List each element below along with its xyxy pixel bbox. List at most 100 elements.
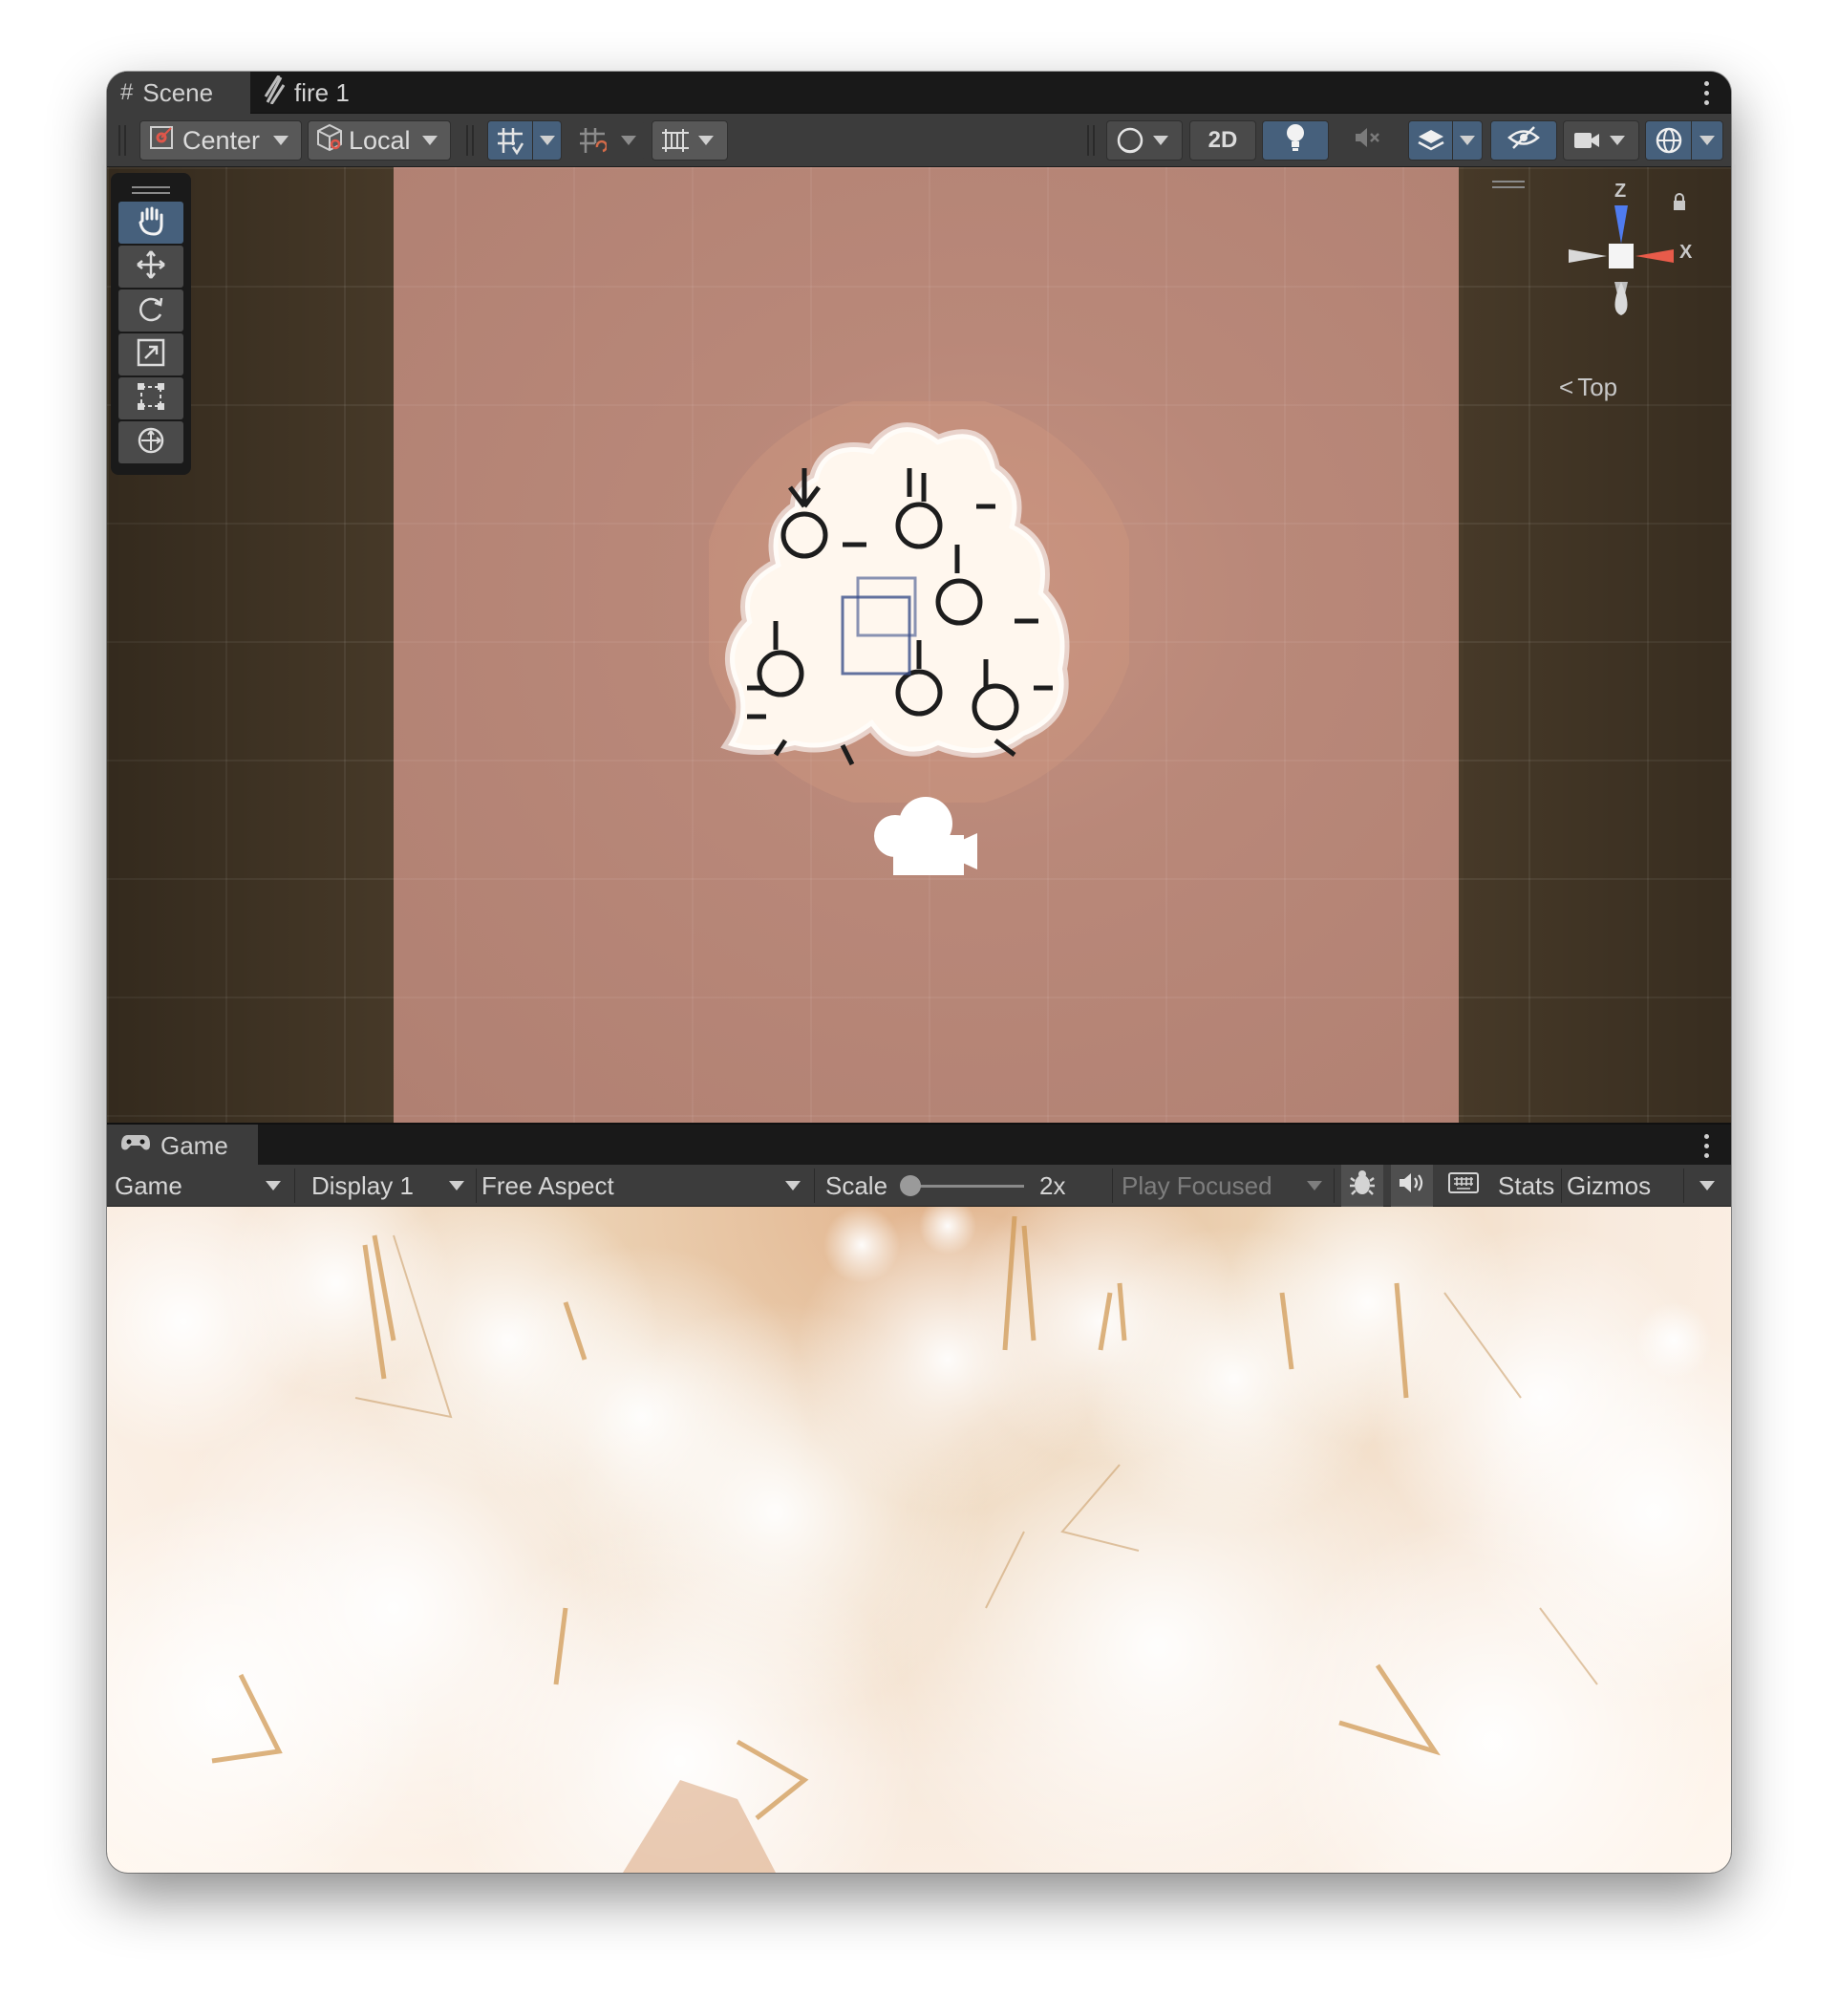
chevron-down-icon	[1460, 136, 1476, 145]
rect-tool-icon	[136, 381, 166, 417]
scene-lighting-toggle[interactable]	[1262, 120, 1329, 161]
rotate-tool-icon	[136, 293, 166, 329]
toggle-2d-button[interactable]: 2D	[1189, 120, 1256, 161]
pivot-space-dropdown[interactable]: Local	[308, 120, 451, 161]
shading-sphere-icon	[1107, 126, 1153, 155]
grid-visibility-dropdown[interactable]	[652, 120, 728, 161]
display-select[interactable]: Display 1	[311, 1165, 472, 1207]
chevron-down-icon	[1307, 1181, 1322, 1190]
pivot-space-label: Local	[349, 125, 411, 155]
pivot-mode-dropdown[interactable]: Center	[139, 120, 302, 161]
transform-tool-icon	[136, 425, 166, 461]
gizmo-x-label: X	[1679, 242, 1693, 263]
chevron-down-icon	[266, 1181, 281, 1190]
grid-snap-icon	[488, 126, 532, 155]
stats-button[interactable]: Stats	[1498, 1165, 1554, 1207]
game-gizmos-button[interactable]: Gizmos	[1567, 1165, 1651, 1207]
chevron-down-icon	[449, 1181, 464, 1190]
chevron-down-icon	[1610, 136, 1625, 145]
play-mode-select-value: Play Focused	[1122, 1170, 1272, 1200]
chevron-down-icon	[273, 136, 289, 145]
fire-particle-system[interactable]	[699, 392, 1139, 812]
incremental-snap-icon	[570, 126, 615, 155]
game-toolbar: Game Display 1 Free Aspect Scale 2x Play…	[107, 1165, 1731, 1207]
transform-tool-button[interactable]	[118, 421, 183, 463]
game-viewport[interactable]	[107, 1207, 1731, 1873]
light-bulb-icon	[1284, 122, 1307, 160]
move-tool-icon	[136, 249, 166, 285]
chevron-down-icon	[421, 136, 438, 145]
scene-more-options-icon[interactable]	[1702, 81, 1710, 105]
unity-editor-window: # Scene fire 1 Center Local 2D Z X < Top…	[107, 72, 1731, 1873]
rotate-tool-button[interactable]	[118, 290, 183, 332]
scale-slider-handle[interactable]	[900, 1175, 921, 1196]
main-camera-icon[interactable]	[868, 793, 983, 884]
scene-visibility-toggle[interactable]	[1490, 120, 1557, 161]
chevron-down-icon	[1699, 136, 1716, 145]
pivot-mode-label: Center	[182, 125, 261, 155]
bug-icon	[1349, 1169, 1376, 1204]
lock-icon[interactable]	[1672, 192, 1687, 216]
gizmo-z-label: Z	[1614, 181, 1627, 202]
hand-tool-icon	[137, 205, 165, 241]
keyboard-icon	[1448, 1171, 1479, 1201]
toggle-2d-label: 2D	[1208, 127, 1238, 153]
game-gizmos-dropdown[interactable]	[1693, 1165, 1721, 1207]
game-view-select-value: Game	[115, 1170, 182, 1200]
shortcuts-toggle[interactable]	[1443, 1165, 1485, 1207]
scene-audio-toggle[interactable]	[1335, 120, 1401, 161]
chevron-down-icon	[621, 136, 637, 145]
draw-mode-dropdown[interactable]	[1106, 120, 1183, 161]
scale-label: Scale	[825, 1170, 888, 1200]
scene-effects-dropdown[interactable]	[1408, 120, 1483, 161]
hidden-eye-icon	[1507, 125, 1540, 157]
orientation-gizmo[interactable]: Z X < Top	[1540, 181, 1702, 416]
rect-tool-button[interactable]	[118, 377, 183, 419]
gizmos-dropdown[interactable]	[1645, 120, 1723, 161]
hand-tool-button[interactable]	[118, 202, 183, 244]
scale-value: 2x	[1039, 1170, 1066, 1200]
tab-fire-1[interactable]: fire 1	[250, 72, 365, 114]
tab-game[interactable]: Game	[107, 1125, 258, 1167]
scene-tab-bar: # Scene fire 1	[107, 72, 1731, 114]
scale-slider-track[interactable]	[906, 1185, 1024, 1188]
speaker-muted-icon	[1354, 125, 1382, 157]
tab-game-label: Game	[160, 1130, 228, 1160]
incremental-snap-toggle[interactable]	[569, 120, 644, 161]
tab-scene[interactable]: # Scene	[107, 72, 250, 114]
chevron-down-icon	[785, 1181, 801, 1190]
scale-tool-icon	[136, 337, 166, 373]
fire-smoke-render	[107, 1207, 1731, 1873]
scene-toolbar: Center Local 2D	[107, 114, 1731, 167]
aspect-ratio-select[interactable]: Free Aspect	[481, 1165, 806, 1207]
chevron-down-icon	[698, 136, 714, 145]
speaker-icon	[1398, 1170, 1426, 1202]
scene-camera-dropdown[interactable]	[1563, 120, 1639, 161]
chevron-down-icon	[539, 136, 555, 145]
toolbar-grip	[1087, 125, 1095, 156]
game-tab-bar: Game	[107, 1123, 1731, 1167]
scale-tool-button[interactable]	[118, 333, 183, 375]
game-view-select[interactable]: Game	[115, 1165, 287, 1207]
layers-effects-icon	[1409, 126, 1452, 155]
scene-viewport[interactable]: Z X < Top	[107, 167, 1731, 1123]
move-tool-button[interactable]	[118, 246, 183, 288]
grid-snapping-toggle[interactable]	[487, 120, 562, 161]
toolbar-grip	[118, 125, 126, 156]
display-select-value: Display 1	[311, 1170, 414, 1200]
tab-scene-label: Scene	[142, 77, 214, 107]
fire-icon	[264, 74, 286, 111]
gamepad-icon	[120, 1132, 151, 1159]
chevron-down-icon	[1699, 1181, 1715, 1190]
play-mode-select[interactable]: Play Focused	[1122, 1165, 1328, 1207]
local-space-icon	[316, 123, 343, 159]
game-more-options-icon[interactable]	[1702, 1134, 1710, 1158]
gizmo-drag-handle[interactable]	[1492, 181, 1525, 188]
mute-audio-toggle[interactable]	[1391, 1165, 1433, 1207]
video-camera-icon	[1564, 130, 1610, 151]
tool-palette	[111, 173, 191, 475]
palette-drag-handle[interactable]	[118, 179, 183, 202]
toolbar-grip	[466, 125, 474, 156]
frame-debugger-toggle[interactable]	[1341, 1165, 1383, 1207]
view-mode-label[interactable]: < Top	[1559, 373, 1617, 402]
